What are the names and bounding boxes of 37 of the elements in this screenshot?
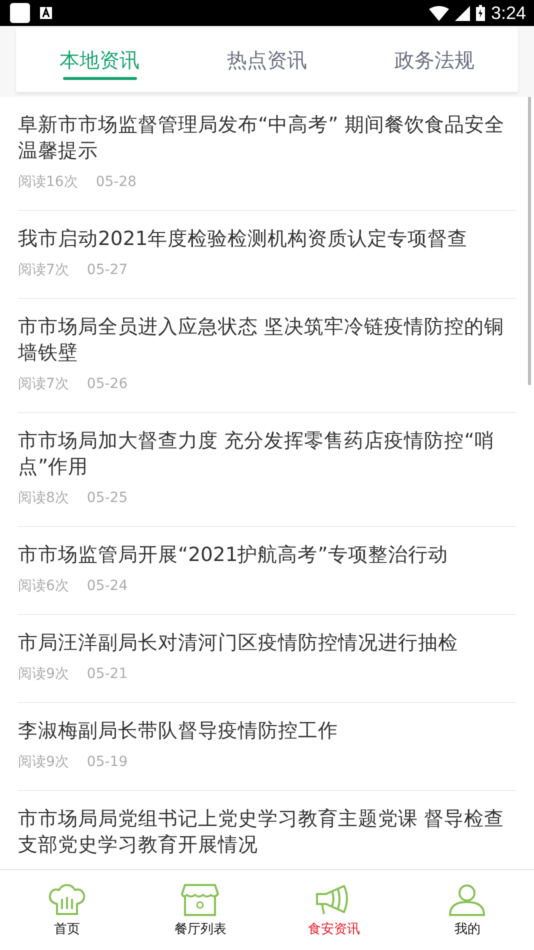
read-count: 阅读9次	[18, 665, 69, 684]
clock-time: 3:24	[490, 2, 526, 24]
article-title[interactable]: 我市启动2021年度检验检测机构资质认定专项督查	[18, 226, 516, 252]
read-count: 阅读8次	[18, 489, 69, 508]
article-title[interactable]: 市市场局加大督查力度 充分发挥零售药店疫情防控“哨点”作用	[18, 428, 516, 480]
nav-label[interactable]: 餐厅列表	[174, 920, 226, 938]
article-title[interactable]: 市市场局全员进入应急状态 坚决筑牢冷链疫情防控的铜墙铁壁	[18, 314, 516, 366]
article-date: 05-24	[86, 577, 128, 596]
nav-label[interactable]: 首页	[54, 920, 80, 938]
read-count: 阅读7次	[18, 261, 69, 280]
tab[interactable]: 政务法规	[350, 28, 518, 92]
read-count: 阅读9次	[18, 753, 69, 772]
article-title[interactable]: 李淑梅副局长带队督导疫情防控工作	[18, 718, 516, 744]
nav-label[interactable]: 我的	[454, 920, 480, 938]
article-date: 05-19	[86, 753, 128, 772]
article-date: 05-28	[96, 173, 137, 192]
article-title[interactable]: 市市场监管局开展“2021护航高考”专项整治行动	[18, 542, 516, 568]
battery-icon	[476, 5, 485, 21]
read-count: 阅读16次	[18, 173, 78, 192]
notification-icon	[40, 7, 52, 19]
nav-label[interactable]: 食安资讯	[308, 920, 360, 938]
wifi-icon	[428, 6, 449, 20]
article-date: 05-27	[86, 261, 128, 280]
article-date: 05-25	[86, 489, 128, 508]
tab[interactable]: 热点资讯	[183, 28, 351, 92]
chef-hat-icon[interactable]	[46, 884, 87, 916]
storefront-icon[interactable]	[180, 884, 220, 916]
article-title[interactable]: 市局汪洋副局长对清河门区疫情防控情况进行抽检	[18, 630, 516, 656]
person-icon[interactable]	[447, 884, 488, 916]
article-date: 05-21	[86, 665, 128, 684]
app-icon	[10, 3, 30, 23]
read-count: 阅读7次	[18, 375, 69, 394]
article-title[interactable]: 阜新市市场监督管理局发布“中高考” 期间餐饮食品安全温馨提示	[18, 112, 516, 164]
article-date: 05-26	[86, 375, 128, 394]
article-title[interactable]: 市市场局局党组书记上党史学习教育主题党课 督导检查支部党史学习教育开展情况	[18, 806, 516, 858]
signal-icon	[454, 6, 470, 20]
read-count: 阅读6次	[18, 577, 69, 596]
